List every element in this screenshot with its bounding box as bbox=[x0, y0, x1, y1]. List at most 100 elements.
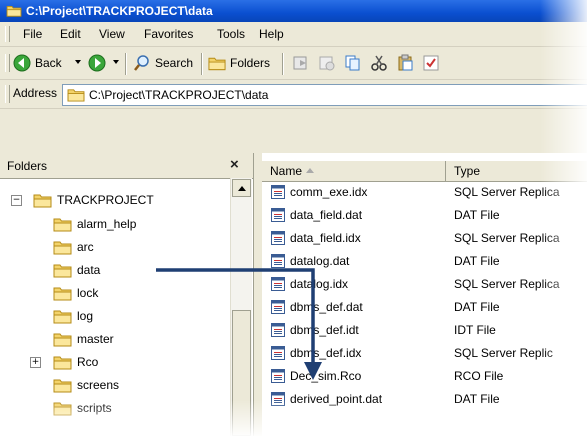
file-name: dbms_def.idt bbox=[290, 323, 359, 337]
address-input[interactable]: C:\Project\TRACKPROJECT\data bbox=[62, 84, 587, 106]
folders-scrollbar[interactable] bbox=[230, 178, 252, 436]
file-type: RCO File bbox=[454, 369, 504, 383]
toolbar-grip[interactable] bbox=[5, 54, 10, 72]
expand-icon[interactable]: + bbox=[30, 357, 41, 368]
column-header-name[interactable]: Name bbox=[262, 161, 446, 181]
menu-help[interactable]: Help bbox=[255, 26, 288, 42]
menu-view[interactable]: View bbox=[95, 26, 129, 42]
toolbar-separator bbox=[201, 53, 203, 75]
window-title: C:\Project\TRACKPROJECT\data bbox=[26, 4, 213, 18]
file-row[interactable]: derived_point.dat DAT File bbox=[262, 389, 587, 409]
address-value: C:\Project\TRACKPROJECT\data bbox=[89, 88, 269, 102]
file-name: datalog.idx bbox=[290, 277, 349, 291]
tree-item-label: Rco bbox=[77, 355, 99, 369]
address-label: Address bbox=[13, 86, 58, 100]
folders-pane: Folders × − TRACKPROJECT alarm_help arc … bbox=[0, 153, 254, 436]
tree-item-label: screens bbox=[77, 378, 120, 392]
move-to-icon[interactable] bbox=[292, 54, 310, 72]
file-row[interactable]: data_field.dat DAT File bbox=[262, 205, 587, 225]
back-dropdown-icon[interactable] bbox=[75, 60, 81, 64]
tree-item-label: log bbox=[77, 309, 94, 323]
folder-icon bbox=[53, 285, 72, 301]
folder-icon bbox=[53, 331, 72, 347]
file-type: DAT File bbox=[454, 208, 500, 222]
scroll-up-button[interactable] bbox=[232, 179, 251, 197]
folder-icon bbox=[53, 216, 72, 232]
file-row[interactable]: Dec_sim.Rco RCO File bbox=[262, 366, 587, 386]
undo-icon[interactable] bbox=[422, 54, 440, 72]
file-row[interactable]: datalog.dat DAT File bbox=[262, 251, 587, 271]
database-file-icon bbox=[271, 185, 285, 199]
file-type: SQL Server Replic bbox=[454, 346, 553, 360]
database-file-icon bbox=[271, 254, 285, 268]
cut-icon[interactable] bbox=[370, 54, 388, 72]
copy-icon[interactable] bbox=[344, 54, 362, 72]
collapse-icon[interactable]: − bbox=[11, 195, 22, 206]
folder-icon bbox=[53, 239, 72, 255]
menu-grip[interactable] bbox=[5, 26, 10, 42]
menu-tools[interactable]: Tools bbox=[213, 26, 249, 42]
tree-item-label: data bbox=[77, 263, 101, 277]
address-bar: Address C:\Project\TRACKPROJECT\data bbox=[0, 80, 587, 109]
tree-item-label: TRACKPROJECT bbox=[57, 193, 154, 207]
folder-icon bbox=[33, 192, 52, 208]
column-header-label: Name bbox=[270, 164, 303, 178]
file-type: SQL Server Replica bbox=[454, 185, 560, 199]
folders-pane-title: Folders bbox=[7, 159, 48, 173]
forward-dropdown-icon[interactable] bbox=[113, 60, 119, 64]
back-arrow-icon bbox=[13, 54, 31, 72]
tree-item-label: master bbox=[77, 332, 114, 346]
explorer-window: C:\Project\TRACKPROJECT\data File Edit V… bbox=[0, 0, 587, 436]
search-label: Search bbox=[155, 56, 194, 70]
file-type: DAT File bbox=[454, 254, 500, 268]
back-label: Back bbox=[35, 56, 62, 70]
menu-bar: File Edit View Favorites Tools Help bbox=[0, 22, 587, 47]
file-row[interactable]: dbms_def.idt IDT File bbox=[262, 320, 587, 340]
folders-pane-header: Folders × bbox=[0, 153, 253, 179]
address-grip[interactable] bbox=[5, 85, 10, 103]
toolbar-separator bbox=[125, 53, 127, 75]
file-type: IDT File bbox=[454, 323, 496, 337]
file-list-pane: Name Type comm_exe.idx SQL Server Replic… bbox=[262, 153, 587, 436]
column-header-label: Type bbox=[454, 164, 481, 178]
column-header-type[interactable]: Type bbox=[446, 161, 587, 181]
database-file-icon bbox=[271, 392, 285, 406]
menu-favorites[interactable]: Favorites bbox=[140, 26, 197, 42]
paste-icon[interactable] bbox=[396, 54, 414, 72]
toolbar-separator bbox=[282, 53, 284, 75]
file-row[interactable]: comm_exe.idx SQL Server Replica bbox=[262, 182, 587, 202]
folder-icon bbox=[53, 400, 72, 416]
database-file-icon bbox=[271, 346, 285, 360]
database-file-icon bbox=[271, 231, 285, 245]
close-icon[interactable]: × bbox=[230, 156, 239, 173]
file-row[interactable]: dbms_def.dat DAT File bbox=[262, 297, 587, 317]
database-file-icon bbox=[271, 300, 285, 314]
folder-icon bbox=[6, 4, 22, 17]
tree-item-label: alarm_help bbox=[77, 217, 137, 231]
file-row[interactable]: data_field.idx SQL Server Replica bbox=[262, 228, 587, 248]
sort-ascending-icon bbox=[306, 168, 314, 173]
scroll-thumb[interactable] bbox=[232, 310, 251, 436]
database-file-icon bbox=[271, 323, 285, 337]
folder-icon bbox=[53, 354, 72, 370]
folder-icon bbox=[53, 308, 72, 324]
menu-file[interactable]: File bbox=[19, 26, 46, 42]
forward-arrow-icon[interactable] bbox=[88, 54, 106, 72]
chevron-up-icon bbox=[238, 186, 246, 191]
file-type: SQL Server Replica bbox=[454, 231, 560, 245]
database-file-icon bbox=[271, 208, 285, 222]
file-name: Dec_sim.Rco bbox=[290, 369, 362, 383]
title-bar[interactable]: C:\Project\TRACKPROJECT\data bbox=[0, 0, 587, 22]
file-name: dbms_def.dat bbox=[290, 300, 363, 314]
folder-icon bbox=[67, 87, 85, 102]
file-row[interactable]: datalog.idx SQL Server Replica bbox=[262, 274, 587, 294]
file-name: dbms_def.idx bbox=[290, 346, 362, 360]
file-name: datalog.dat bbox=[290, 254, 350, 268]
file-row[interactable]: dbms_def.idx SQL Server Replic bbox=[262, 343, 587, 363]
copy-to-icon[interactable] bbox=[318, 54, 336, 72]
file-name: data_field.idx bbox=[290, 231, 361, 245]
file-name: derived_point.dat bbox=[290, 392, 383, 406]
database-file-icon bbox=[271, 369, 285, 383]
folders-icon bbox=[208, 54, 226, 72]
menu-edit[interactable]: Edit bbox=[56, 26, 85, 42]
